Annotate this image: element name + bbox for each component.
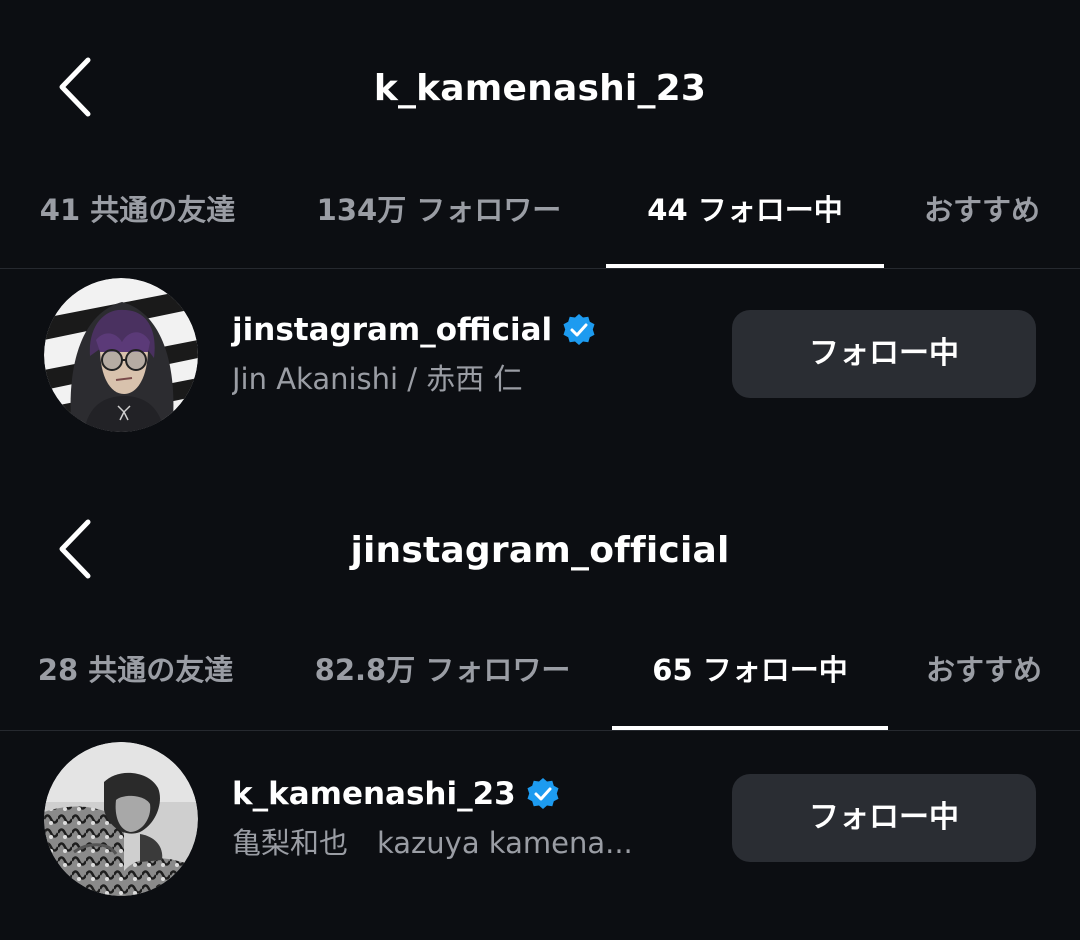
profile-following-screen-1: k_kamenashi_23 41 共通の友達 134万 フォロワー 44 フォ… <box>0 0 1080 470</box>
user-info: k_kamenashi_23 亀梨和也 kazuya kamena... <box>232 772 712 862</box>
tab-mutual-friends[interactable]: 28 共通の友達 <box>28 638 243 702</box>
tab-following[interactable]: 65 フォロー中 <box>612 638 888 702</box>
username-line[interactable]: jinstagram_official <box>232 308 712 352</box>
avatar[interactable] <box>44 742 198 896</box>
username-line[interactable]: k_kamenashi_23 <box>232 772 712 816</box>
list-item[interactable]: k_kamenashi_23 亀梨和也 kazuya kamena... フォロ… <box>0 742 1080 902</box>
verified-badge-icon <box>527 778 559 809</box>
page-title: k_kamenashi_23 <box>373 68 707 109</box>
verified-badge-icon <box>563 314 595 345</box>
tab-suggested[interactable]: おすすめ <box>914 638 1054 702</box>
list-item[interactable]: jinstagram_official Jin Akanishi / 赤西 仁 … <box>0 278 1080 438</box>
avatar-illustration-icon <box>44 278 198 432</box>
divider <box>0 268 1080 269</box>
avatar[interactable] <box>44 278 198 432</box>
divider <box>0 730 1080 731</box>
avatar-photo-icon <box>44 742 198 896</box>
tab-following[interactable]: 44 フォロー中 <box>606 178 884 242</box>
username[interactable]: jinstagram_official <box>232 312 552 348</box>
tab-suggested[interactable]: おすすめ <box>912 178 1052 242</box>
following-button[interactable]: フォロー中 <box>732 774 1036 862</box>
tab-followers[interactable]: 82.8万 フォロワー <box>300 638 585 702</box>
tab-bar: 28 共通の友達 82.8万 フォロワー 65 フォロー中 おすすめ <box>0 638 1080 702</box>
username[interactable]: k_kamenashi_23 <box>232 776 516 812</box>
tab-followers[interactable]: 134万 フォロワー <box>300 178 578 242</box>
tab-bar: 41 共通の友達 134万 フォロワー 44 フォロー中 おすすめ <box>0 178 1080 242</box>
following-button[interactable]: フォロー中 <box>732 310 1036 398</box>
full-name: 亀梨和也 kazuya kamena... <box>232 826 633 860</box>
page-title: jinstagram_official <box>350 530 730 571</box>
full-name: Jin Akanishi / 赤西 仁 <box>232 362 523 396</box>
user-info: jinstagram_official Jin Akanishi / 赤西 仁 <box>232 308 712 398</box>
tab-mutual-friends[interactable]: 41 共通の友達 <box>30 178 245 242</box>
profile-following-screen-2: jinstagram_official 28 共通の友達 82.8万 フォロワー… <box>0 462 1080 932</box>
